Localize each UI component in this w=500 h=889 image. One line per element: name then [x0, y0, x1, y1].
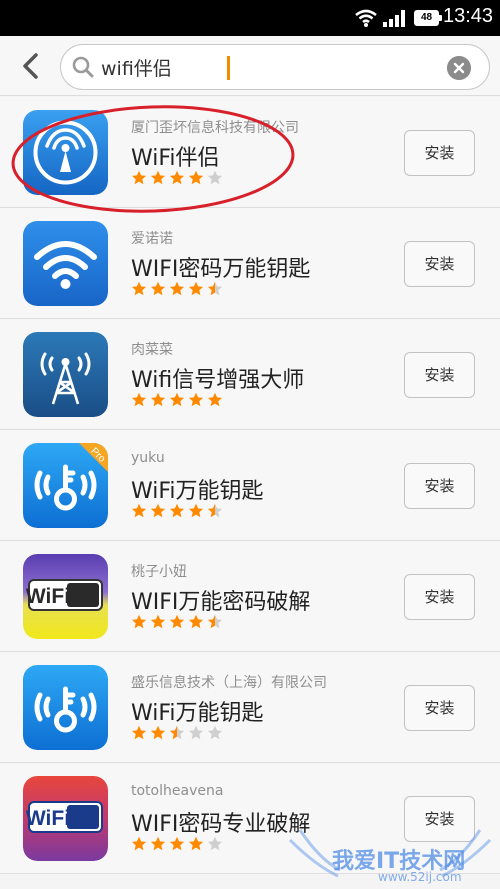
app-row[interactable]: 盛乐信息技术（上海）有限公司 WiFi万能钥匙 安装: [0, 652, 500, 763]
app-publisher: 肉菜菜: [131, 342, 173, 358]
app-publisher: 盛乐信息技术（上海）有限公司: [131, 675, 327, 691]
app-row[interactable]: 厦门歪坏信息科技有限公司 WiFi伴侣 安装: [0, 97, 500, 208]
status-bar: 48 13:43: [0, 0, 500, 36]
star-filled-icon: [131, 281, 147, 296]
star-filled-icon: [150, 170, 166, 185]
star-half-icon: [207, 503, 223, 518]
install-button[interactable]: 安装: [404, 574, 475, 620]
back-icon[interactable]: [14, 48, 50, 84]
star-half-icon: [207, 281, 223, 296]
star-filled-icon: [131, 725, 147, 740]
star-filled-icon: [188, 614, 204, 629]
star-empty-icon: [207, 836, 223, 851]
wifi-icon: [355, 9, 377, 27]
star-filled-icon: [131, 170, 147, 185]
wifi-logo-yellow-icon: WiFi: [23, 554, 108, 639]
star-filled-icon: [207, 392, 223, 407]
app-row[interactable]: 爱诺诺 WIFI密码万能钥匙 安装: [0, 208, 500, 319]
install-button[interactable]: 安装: [404, 685, 475, 731]
star-filled-icon: [188, 836, 204, 851]
search-input[interactable]: [101, 52, 431, 82]
star-filled-icon: [188, 170, 204, 185]
search-icon: [72, 56, 94, 78]
install-button[interactable]: 安装: [404, 352, 475, 398]
star-filled-icon: [169, 392, 185, 407]
app-name: WiFi万能钥匙: [131, 701, 264, 726]
install-button[interactable]: 安装: [404, 130, 475, 176]
star-filled-icon: [169, 281, 185, 296]
wifi-logo-red-icon: WiFi: [23, 776, 108, 861]
star-empty-icon: [207, 170, 223, 185]
star-filled-icon: [169, 836, 185, 851]
app-publisher: 厦门歪坏信息科技有限公司: [131, 120, 299, 136]
star-filled-icon: [169, 503, 185, 518]
app-row[interactable]: WiFi totolheavena WIFI密码专业破解 安装: [0, 763, 500, 874]
app-publisher: 爱诺诺: [131, 231, 173, 247]
star-half-icon: [207, 614, 223, 629]
star-filled-icon: [150, 836, 166, 851]
star-filled-icon: [150, 503, 166, 518]
star-filled-icon: [131, 392, 147, 407]
app-publisher: 桃子小妞: [131, 564, 187, 580]
app-row[interactable]: Pro yuku WiFi万能钥匙 安装: [0, 430, 500, 541]
star-filled-icon: [131, 503, 147, 518]
star-filled-icon: [169, 170, 185, 185]
app-name: WiFi万能钥匙: [131, 479, 264, 504]
clear-icon[interactable]: [447, 56, 471, 80]
search-box[interactable]: [60, 44, 490, 90]
signal-icon: [383, 10, 405, 27]
app-publisher: totolheavena: [131, 783, 224, 799]
app-list: 厦门歪坏信息科技有限公司 WiFi伴侣 安装 爱诺诺 WIFI密码万能钥匙 安装…: [0, 97, 500, 874]
search-header: [0, 36, 500, 96]
star-filled-icon: [150, 281, 166, 296]
star-filled-icon: [169, 614, 185, 629]
install-button[interactable]: 安装: [404, 463, 475, 509]
star-filled-icon: [150, 392, 166, 407]
text-cursor: [227, 56, 230, 80]
app-row[interactable]: WiFi 桃子小妞 WIFI万能密码破解 安装: [0, 541, 500, 652]
wifi-key-pro-icon: Pro: [23, 443, 108, 528]
app-row[interactable]: 肉菜菜 Wifi信号增强大师 安装: [0, 319, 500, 430]
wifi-logo-text: WiFi: [26, 807, 70, 830]
app-publisher: yuku: [131, 450, 165, 466]
app-name: WIFI万能密码破解: [131, 590, 311, 615]
status-time: 13:43: [443, 5, 494, 27]
app-name: WIFI密码万能钥匙: [131, 257, 311, 282]
wifi-companion-icon: [23, 110, 108, 195]
wifi-signal-icon: [23, 221, 108, 306]
app-name: WIFI密码专业破解: [131, 812, 311, 837]
star-filled-icon: [188, 503, 204, 518]
install-button[interactable]: 安装: [404, 241, 475, 287]
star-empty-icon: [188, 725, 204, 740]
wifi-logo-text: WiFi: [26, 585, 70, 608]
app-name: WiFi伴侣: [131, 146, 220, 171]
star-filled-icon: [131, 614, 147, 629]
star-filled-icon: [150, 725, 166, 740]
wifi-key-icon: [23, 665, 108, 750]
signal-tower-icon: [23, 332, 108, 417]
star-filled-icon: [131, 836, 147, 851]
battery-icon: 48: [414, 10, 442, 26]
star-empty-icon: [207, 725, 223, 740]
star-filled-icon: [188, 392, 204, 407]
star-filled-icon: [188, 281, 204, 296]
star-half-icon: [169, 725, 185, 740]
app-name: Wifi信号增强大师: [131, 368, 305, 393]
install-button[interactable]: 安装: [404, 796, 475, 842]
star-filled-icon: [150, 614, 166, 629]
